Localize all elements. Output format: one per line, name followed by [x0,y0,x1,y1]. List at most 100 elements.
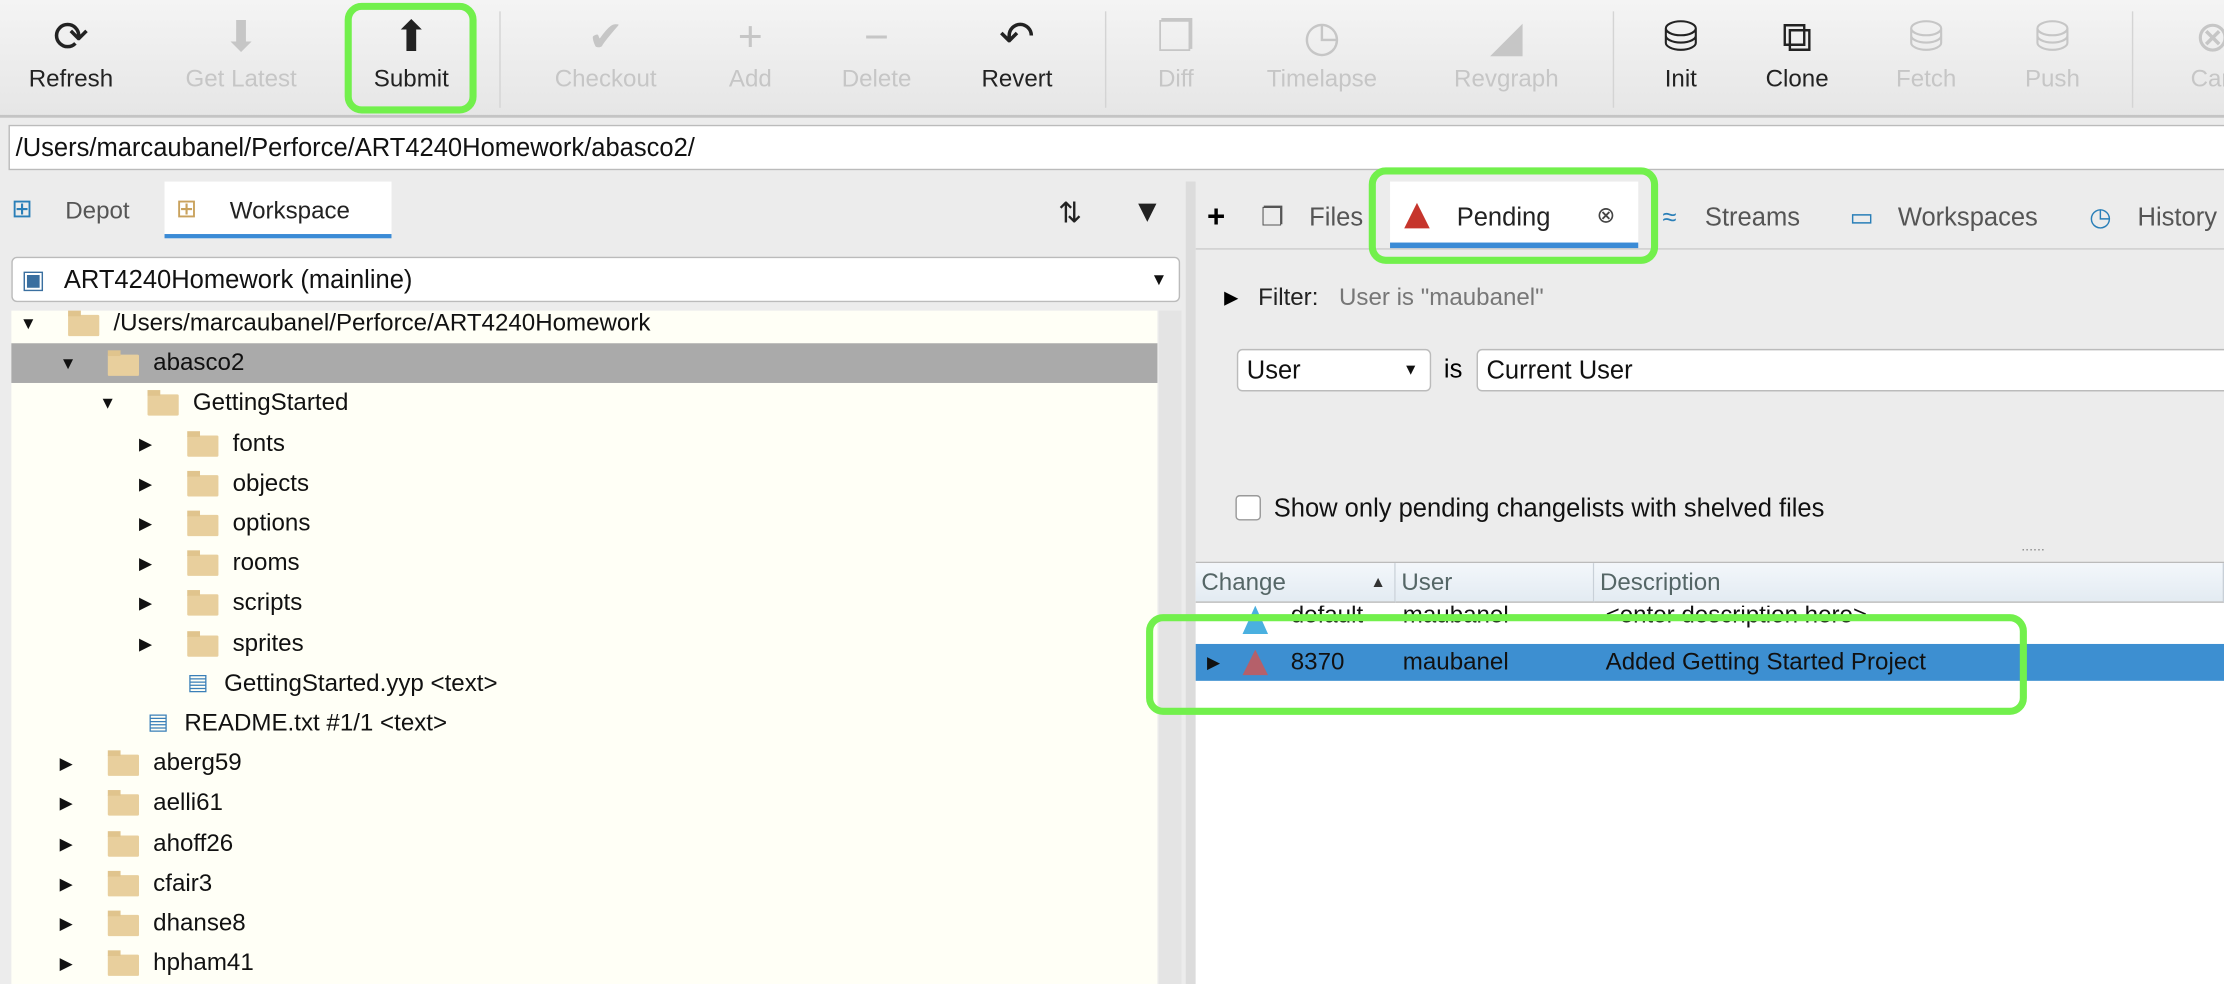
push-button[interactable]: ⛁ Push [1989,11,2117,93]
sort-icon[interactable]: ⇅ [1058,196,1082,231]
tab-label: Workspace [229,197,350,225]
column-header-user[interactable]: User [1395,563,1595,603]
diff-button[interactable]: ❐ Diff [1112,11,1240,93]
collapse-icon[interactable]: ▼ [99,384,116,424]
get-latest-button[interactable]: ⬇ Get Latest [177,11,305,93]
tree-folder[interactable]: ▶ dhanse8 [11,904,1157,944]
expand-icon[interactable]: ▶ [139,624,152,664]
tree-folder[interactable]: ▶ cfair3 [11,864,1157,904]
expand-row-icon[interactable]: ▶ [1207,644,1220,681]
filter-icon[interactable]: ▼ [1132,193,1163,230]
expand-icon[interactable]: ▶ [139,584,152,624]
folder-icon [147,390,179,417]
workspace-icon: ⊞ [175,194,198,223]
column-header-description[interactable]: Description [1594,563,2224,603]
refresh-button[interactable]: ⟳ Refresh [7,11,135,93]
tab-pending[interactable]: Pending ⊗ [1390,181,1639,249]
tree-folder[interactable]: ▼ GettingStarted [11,384,1157,424]
filter-label: Filter: [1258,283,1319,311]
tree-folder[interactable]: ▶ fonts [11,424,1157,464]
splitter[interactable] [1185,181,1196,984]
tab-history[interactable]: ◷ History [2075,182,2224,249]
clone-button[interactable]: ⧉ Clone [1733,11,1861,93]
init-button[interactable]: ⛁ Init [1617,11,1745,93]
tab-streams[interactable]: ≈ Streams [1657,182,1827,249]
right-pane: + ❐ Files Pending ⊗ ≈ Streams ▭ Workspaces ◷… [1195,181,2224,984]
tab-workspaces[interactable]: ▭ Workspaces [1841,182,2068,249]
pending-changelist-icon [1242,649,1269,676]
tree-file[interactable]: ▤ README.txt #1/1 <text> [11,704,1157,744]
streams-icon: ≈ [1662,202,1677,232]
table-row[interactable]: default maubanel <enter description here… [1196,605,2224,637]
filter-value-input[interactable]: Current User [1476,348,2224,392]
tree-label: rooms [232,549,300,577]
clock-icon: ◷ [1303,14,1341,61]
tab-files[interactable]: ❐ Files [1252,182,1371,249]
column-header-change[interactable]: Change ▲ [1195,563,1396,603]
delete-button[interactable]: − Delete [813,11,941,93]
resize-handle[interactable]: ...... [2021,539,2045,555]
button-label: Timelapse [1266,65,1378,93]
expand-icon[interactable]: ▶ [60,744,73,784]
tab-label: Depot [65,197,130,225]
tab-depot[interactable]: ⊞ Depot [0,182,159,239]
tree-folder[interactable]: ▶ objects [11,464,1157,504]
expand-icon[interactable]: ▶ [60,824,73,864]
table-row-selected[interactable]: ▶ 8370 maubanel Added Getting Started Pr… [1195,643,2224,681]
tree-file[interactable]: ▤ GettingStarted.yyp <text> [11,664,1157,704]
can-button[interactable]: ⊗Can [2149,11,2224,93]
expand-icon[interactable]: ▶ [139,424,152,464]
expand-icon[interactable]: ▶ [60,904,73,944]
toolbar-divider [1612,11,1615,108]
shelved-checkbox-label: Show only pending changelists with shelv… [1273,493,1825,522]
expand-icon[interactable]: ▶ [60,784,73,824]
add-button[interactable]: + Add [687,11,815,93]
tree-label: ahoff26 [153,829,234,857]
timelapse-button[interactable]: ◷ Timelapse [1258,11,1386,93]
path-field[interactable]: /Users/marcaubanel/Perforce/ART4240Homew… [8,124,2224,171]
tree-folder[interactable]: ▶ hpham41 [11,944,1157,984]
submit-button[interactable]: ⬆ Submit [348,11,476,93]
tree-folder[interactable]: ▶ options [11,504,1157,544]
expand-icon[interactable]: ▶ [139,504,152,544]
collapse-icon[interactable]: ▼ [60,344,77,384]
checkout-button[interactable]: ✔ Checkout [542,11,670,93]
tab-workspace[interactable]: ⊞ Workspace [164,181,392,239]
filter-field-select[interactable]: User ▼ [1236,348,1432,392]
button-label: Submit [373,65,449,93]
folder-icon [187,470,219,497]
tree-folder[interactable]: ▶ aberg59 [11,744,1157,784]
refresh-icon: ⟳ [53,14,89,61]
expand-icon[interactable]: ▶ [60,944,73,984]
tree-label: objects [232,469,310,497]
revert-button[interactable]: ↶ Revert [953,11,1081,93]
expand-icon[interactable]: ▶ [60,864,73,904]
button-label: Fetch [1896,65,1957,93]
tree-folder[interactable]: ▶ rooms [11,544,1157,584]
shelved-checkbox[interactable] [1235,495,1261,521]
collapse-icon[interactable]: ▼ [20,304,37,344]
filter-expand-icon[interactable]: ▶ [1224,287,1238,310]
revgraph-button[interactable]: ◢ Revgraph [1443,11,1571,93]
file-icon: ▤ [187,670,209,695]
tab-label: Files [1309,202,1364,232]
tab-label: History [2137,202,2217,232]
tree-folder[interactable]: ▶ scripts [11,584,1157,624]
workspace-tree: ▼ /Users/marcaubanel/Perforce/ART4240Home… [11,309,1158,984]
tree-label: fonts [232,429,285,457]
add-tab-button[interactable]: + [1207,199,1225,236]
tree-folder[interactable]: ▼ /Users/marcaubanel/Perforce/ART4240Home… [11,304,1157,344]
tree-folder[interactable]: ▶ aelli61 [11,784,1157,824]
tree-scrollbar[interactable] [1158,310,1182,984]
tree-folder[interactable]: ▶ ahoff26 [11,824,1157,864]
expand-icon[interactable]: ▶ [139,464,152,504]
expand-icon[interactable]: ▶ [139,544,152,584]
tree-folder[interactable]: ▼ abasco2 [11,343,1158,384]
folder-icon [187,630,219,657]
clock-icon: ◷ [2089,202,2112,232]
depot-icon: ⊞ [11,194,33,223]
tree-folder[interactable]: ▶ sprites [11,624,1157,664]
fetch-button[interactable]: ⛁ Fetch [1862,11,1990,93]
close-tab-icon[interactable]: ⊗ [1597,182,1616,253]
workspace-dropdown[interactable]: ▣ ART4240Homework (mainline) ▼ [11,256,1181,303]
